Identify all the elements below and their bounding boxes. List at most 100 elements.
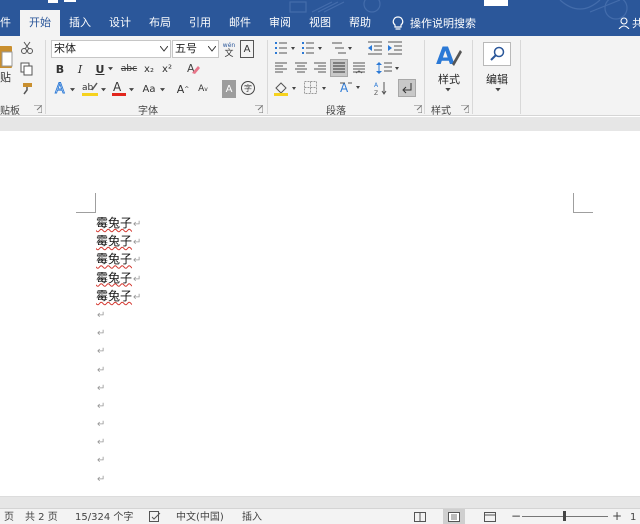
word-count[interactable]: 15/324 个字 (75, 512, 133, 524)
zoom-slider-thumb[interactable] (563, 511, 566, 521)
tab-6[interactable]: 邮件 (220, 10, 260, 36)
align-left-icon[interactable] (275, 62, 287, 74)
document-line-text[interactable]: 霉兔子 (96, 252, 132, 266)
chevron-down-icon[interactable] (70, 88, 75, 92)
shading-icon[interactable] (274, 80, 300, 96)
numbering-icon[interactable] (302, 41, 324, 55)
clear-formatting-icon[interactable]: A (186, 61, 200, 75)
justify-button[interactable] (330, 59, 348, 77)
chevron-down-icon[interactable] (129, 88, 134, 92)
increase-indent-icon[interactable] (388, 41, 402, 55)
distributed-icon[interactable] (353, 62, 365, 74)
decrease-indent-icon[interactable] (368, 41, 382, 55)
document-line[interactable]: ↵ (96, 305, 396, 323)
document-line[interactable]: ↵ (96, 341, 396, 359)
tab-2[interactable]: 插入 (60, 10, 100, 36)
styles-button[interactable]: A 样式 (430, 40, 466, 98)
document-line[interactable]: ↵ (96, 432, 396, 450)
font-size-combo[interactable]: 五号 (172, 40, 219, 58)
document-line[interactable]: ↵ (96, 469, 396, 487)
document-line[interactable]: ↵ (96, 396, 396, 414)
insert-mode[interactable]: 插入 (242, 512, 262, 524)
underline-button[interactable]: U (94, 60, 106, 78)
tab-5[interactable]: 引用 (180, 10, 220, 36)
tab-4[interactable]: 布局 (140, 10, 180, 36)
document-line-text[interactable]: 霉兔子 (96, 271, 132, 285)
superscript-button[interactable]: x² (160, 60, 174, 78)
paste-label[interactable]: 贴 (0, 72, 11, 84)
show-formatting-button[interactable] (398, 79, 416, 97)
strikethrough-button[interactable]: abc (118, 60, 140, 78)
document-body[interactable]: 霉兔子↵ 霉兔子↵ 霉兔子↵ 霉兔子↵ 霉兔子↵ ↵ ↵ ↵ ↵ ↵ ↵ ↵ ↵ ↵ ↵ (96, 214, 396, 487)
tab-7[interactable]: 审阅 (260, 10, 300, 36)
text-effect-icon[interactable]: A (54, 80, 68, 96)
document-line[interactable]: 霉兔子↵ (96, 232, 396, 250)
document-line[interactable]: ↵ (96, 414, 396, 432)
chinese-layout-icon[interactable]: A (340, 80, 364, 96)
paste-icon[interactable] (0, 42, 14, 70)
document-line[interactable]: ↵ (96, 323, 396, 341)
font-launcher-icon[interactable] (255, 105, 263, 113)
print-layout-button[interactable] (443, 509, 465, 524)
document-line[interactable]: ↵ (96, 360, 396, 378)
line-spacing-icon[interactable] (376, 61, 402, 75)
tab-3[interactable]: 设计 (100, 10, 140, 36)
web-layout-icon[interactable] (484, 512, 496, 522)
paragraph-launcher-icon[interactable] (414, 105, 422, 113)
multilevel-list-icon[interactable] (332, 41, 354, 55)
tab-8[interactable]: 视图 (300, 10, 340, 36)
document-line[interactable]: ↵ (96, 378, 396, 396)
proofing-icon[interactable] (149, 511, 161, 522)
document-line-text[interactable]: 霉兔子 (96, 216, 132, 230)
character-border-button[interactable]: A (240, 40, 254, 58)
page-indicator[interactable]: 页 (4, 512, 14, 524)
character-shading-button[interactable]: A (222, 80, 236, 98)
font-color-icon[interactable]: A (112, 80, 126, 96)
format-painter-icon[interactable] (20, 82, 34, 96)
cut-icon[interactable] (20, 41, 34, 55)
change-case-button[interactable]: Aa (140, 80, 158, 98)
copy-icon[interactable] (20, 62, 34, 76)
tell-me-search[interactable]: 操作说明搜索 (392, 10, 476, 36)
bold-button[interactable]: B (54, 60, 66, 78)
tab-0[interactable]: 件 (0, 10, 20, 36)
zoom-in-button[interactable]: + (612, 510, 622, 522)
zoom-out-button[interactable]: − (511, 510, 521, 522)
document-line[interactable]: 霉兔子↵ (96, 287, 396, 305)
document-line[interactable]: ↵ (96, 450, 396, 468)
read-mode-icon[interactable] (414, 512, 426, 522)
chevron-down-icon[interactable] (108, 67, 113, 71)
document-line-text[interactable]: 霉兔子 (96, 289, 132, 303)
editing-button[interactable]: 编辑 (480, 40, 516, 98)
shrink-font-button[interactable]: Av (196, 80, 210, 98)
document-line[interactable]: 霉兔子↵ (96, 250, 396, 268)
enclose-characters-icon[interactable]: 字 (240, 80, 256, 96)
borders-icon[interactable] (304, 81, 330, 95)
subscript-button[interactable]: x₂ (142, 60, 156, 78)
chevron-down-icon[interactable] (160, 88, 165, 92)
grow-font-button[interactable]: A ^ (176, 80, 190, 98)
tab-9[interactable]: 帮助 (340, 10, 380, 36)
font-name-combo[interactable]: 宋体 (51, 40, 171, 58)
clipboard-launcher-icon[interactable] (34, 105, 42, 113)
language-indicator[interactable]: 中文(中国) (176, 512, 224, 524)
document-line-text[interactable]: 霉兔子 (96, 234, 132, 248)
align-right-icon[interactable] (314, 62, 326, 74)
styles-launcher-icon[interactable] (461, 105, 469, 113)
chevron-down-icon[interactable] (101, 88, 106, 92)
sort-icon[interactable]: A Z (374, 80, 388, 96)
zoom-slider[interactable] (522, 511, 608, 521)
total-pages[interactable]: 共 2 页 (25, 512, 58, 524)
horizontal-scrollbar[interactable] (0, 496, 640, 508)
phonetic-guide-button[interactable]: wén 文 (222, 40, 236, 60)
ribbon-tab-bar: 件开始 插入 设计 布局 引用 邮件 审阅 视图 帮助 操作说明搜索 共 (0, 0, 640, 36)
share-button[interactable]: 共 (618, 10, 640, 36)
highlight-color-icon[interactable]: ab (82, 80, 98, 96)
italic-button[interactable]: I (74, 60, 86, 78)
bullets-icon[interactable] (275, 41, 297, 55)
document-line[interactable]: 霉兔子↵ (96, 214, 396, 232)
align-center-icon[interactable] (295, 62, 307, 74)
tab-1[interactable]: 开始 (20, 10, 60, 36)
zoom-level[interactable]: 1 (630, 512, 636, 524)
document-line[interactable]: 霉兔子↵ (96, 269, 396, 287)
